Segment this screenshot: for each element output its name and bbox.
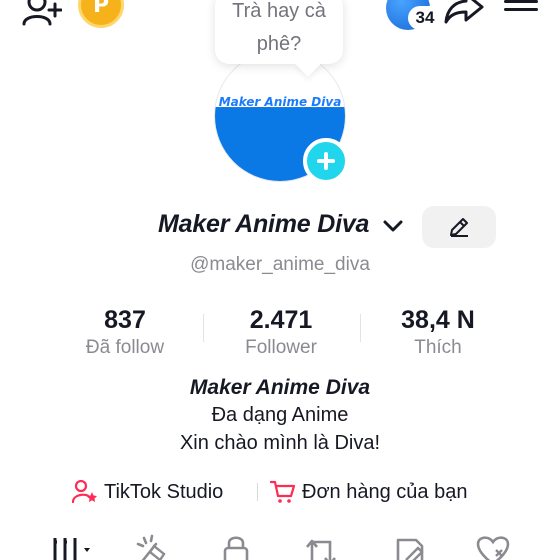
repost-arrows-icon[interactable] — [304, 534, 340, 560]
orders-label: Đơn hàng của bạn — [302, 480, 468, 503]
orders-link[interactable]: Đơn hàng của bạn — [270, 478, 467, 506]
add-avatar-button[interactable] — [303, 138, 349, 184]
stat-likes[interactable]: 38,4 N Thích — [363, 306, 513, 359]
avatar-prompt-tooltip[interactable]: Trà hay cà phê? — [215, 0, 343, 64]
favorites-tab-icon[interactable] — [394, 534, 428, 560]
cart-icon — [270, 480, 296, 503]
lock-icon[interactable] — [222, 534, 252, 560]
add-friend-icon[interactable] — [22, 0, 62, 28]
stat-following-value: 837 — [104, 306, 146, 334]
tiktok-studio-label: TikTok Studio — [104, 480, 224, 503]
menu-icon[interactable] — [504, 0, 538, 20]
edit-profile-button[interactable] — [422, 206, 496, 248]
videos-grid-tab-icon[interactable] — [52, 534, 98, 560]
notification-count-badge: 34 — [408, 6, 442, 30]
username: @maker_anime_diva — [190, 254, 370, 275]
stat-likes-value: 38,4 N — [401, 306, 475, 334]
display-name: Maker Anime Diva — [158, 210, 370, 238]
stat-followers[interactable]: 2.471 Follower — [206, 306, 356, 359]
pencil-icon — [450, 218, 468, 237]
bio-line: Đa dạng Anime — [211, 404, 349, 426]
chevron-down-icon[interactable] — [382, 218, 404, 234]
studio-user-star-icon — [72, 480, 97, 504]
tooltip-line-1: Trà hay cà — [232, 0, 326, 22]
tooltip-line-2: phê? — [256, 33, 302, 55]
points-badge-label: P — [92, 0, 110, 18]
stat-followers-value: 2.471 — [249, 306, 313, 334]
share-icon[interactable] — [444, 0, 484, 24]
reposts-tab-icon[interactable] — [134, 534, 170, 560]
stat-divider — [203, 314, 204, 342]
stat-divider — [360, 314, 361, 342]
points-badge[interactable]: P — [78, 0, 124, 28]
stat-following-label: Đã follow — [85, 337, 165, 358]
liked-tab-icon[interactable] — [476, 534, 514, 560]
bio-line: Xin chào mình là Diva! — [179, 432, 381, 454]
stat-followers-label: Follower — [245, 337, 317, 358]
bio-title: Maker Anime Diva — [189, 376, 371, 399]
stat-following[interactable]: 837 Đã follow — [50, 306, 200, 359]
tiktok-studio-link[interactable]: TikTok Studio — [72, 478, 223, 506]
avatar-logo-text: Maker Anime Diva — [218, 95, 342, 109]
link-divider — [257, 483, 258, 501]
stat-likes-label: Thích — [414, 337, 462, 358]
